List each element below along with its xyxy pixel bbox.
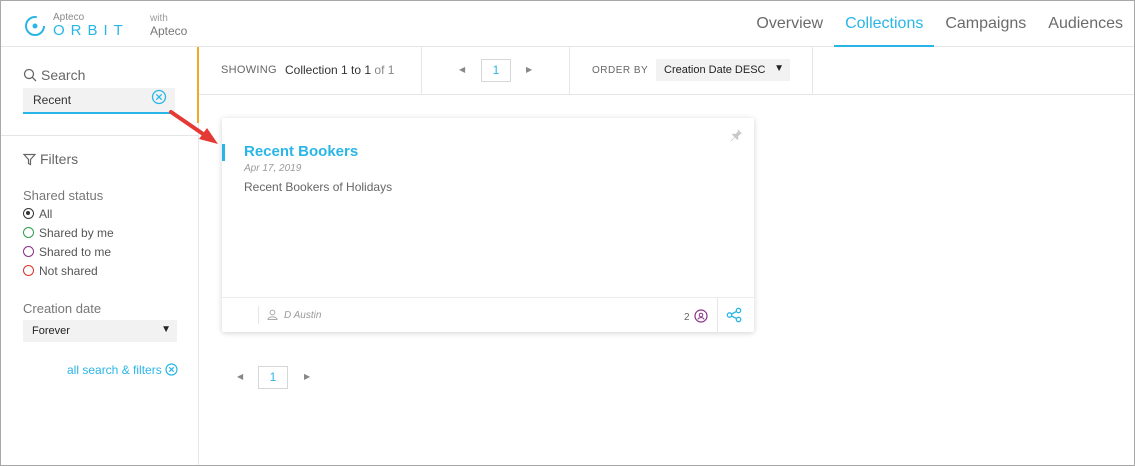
app-frame: Apteco ORBIT with Apteco Overview Collec… — [0, 0, 1135, 466]
radio-button[interactable] — [23, 208, 34, 219]
shared-users-icon — [694, 309, 708, 323]
toolbar-divider — [812, 47, 813, 95]
radio-button[interactable] — [23, 246, 34, 257]
card-accent-bar — [222, 144, 225, 161]
shared-users-count[interactable]: 2 — [684, 309, 708, 323]
shared-status-title: Shared status — [23, 188, 104, 203]
dropdown-caret-icon: ▼ — [161, 324, 171, 335]
search-icon — [23, 68, 37, 82]
nav-collections[interactable]: Collections — [834, 1, 935, 47]
collection-description: Recent Bookers of Holidays — [244, 180, 393, 194]
collection-title[interactable]: Recent Bookers — [244, 143, 358, 160]
shared-option-all[interactable]: All — [23, 207, 52, 223]
results-toolbar: SHOWING Collection 1 to 1 of 1 ◀ 1 ▶ ORD… — [199, 47, 1134, 95]
filters-label: Filters — [40, 151, 79, 167]
creation-date-value: Forever — [32, 325, 70, 337]
collection-card[interactable]: Recent Bookers Apr 17, 2019 Recent Booke… — [222, 118, 754, 333]
logo-product-text: ORBIT — [53, 22, 129, 39]
prev-page-icon[interactable]: ◀ — [459, 65, 465, 74]
filter-funnel-icon — [22, 153, 37, 166]
logo-with-line2: Apteco — [150, 24, 188, 38]
shared-option-shared-to-me[interactable]: Shared to me — [23, 245, 111, 261]
share-count-value: 2 — [684, 312, 690, 323]
toolbar-divider — [569, 47, 570, 95]
clear-all-label: all search & filters — [67, 363, 162, 377]
order-by-value: Creation Date DESC — [664, 64, 766, 76]
radio-button[interactable] — [23, 265, 34, 276]
nav-overview[interactable]: Overview — [745, 1, 834, 47]
footer-divider — [717, 298, 718, 333]
card-footer: D Austin 2 — [222, 297, 754, 333]
shared-option-label: Shared by me — [39, 226, 114, 240]
share-icon[interactable] — [726, 307, 742, 323]
clear-search-icon[interactable] — [151, 89, 167, 105]
order-by-label: ORDER BY — [592, 65, 649, 76]
clear-all-icon — [165, 363, 178, 376]
pin-icon[interactable] — [729, 128, 743, 142]
orbit-logo[interactable]: Apteco ORBIT with Apteco — [23, 11, 187, 41]
shared-option-shared-by-me[interactable]: Shared by me — [23, 226, 114, 242]
creation-date-select[interactable]: Forever ▼ — [23, 320, 177, 342]
main-nav: Overview Collections Campaigns Audiences — [745, 1, 1134, 47]
next-page-icon[interactable]: ▶ — [526, 65, 532, 74]
order-by-select[interactable]: Creation Date DESC ▼ — [656, 59, 790, 81]
showing-count: Collection 1 to 1 of 1 — [285, 63, 394, 77]
creation-date-title: Creation date — [23, 301, 102, 316]
logo-with-text: with Apteco — [150, 13, 187, 37]
collection-owner: D Austin — [267, 309, 321, 321]
owner-name: D Austin — [284, 310, 322, 321]
shared-option-label: Shared to me — [39, 245, 112, 259]
page-number-box[interactable]: 1 — [481, 59, 511, 82]
page-number-box[interactable]: 1 — [258, 366, 288, 389]
shared-option-label: All — [39, 207, 53, 221]
clear-all-filters-link[interactable]: all search & filters — [67, 363, 178, 377]
showing-range: Collection 1 to 1 — [285, 63, 372, 77]
search-heading: Search — [23, 67, 85, 83]
showing-total: of 1 — [374, 63, 395, 77]
search-label: Search — [41, 67, 86, 83]
radio-button[interactable] — [23, 227, 34, 238]
showing-label: SHOWING — [221, 64, 277, 76]
user-icon — [267, 309, 278, 320]
shared-option-not-shared[interactable]: Not shared — [23, 264, 98, 280]
shared-option-label: Not shared — [39, 264, 98, 278]
prev-page-icon[interactable]: ◀ — [237, 372, 243, 381]
filters-heading: Filters — [22, 151, 79, 167]
next-page-icon[interactable]: ▶ — [304, 372, 310, 381]
orbit-logo-icon — [25, 16, 45, 36]
dropdown-caret-icon: ▼ — [774, 63, 784, 74]
nav-campaigns[interactable]: Campaigns — [934, 1, 1037, 47]
nav-audiences[interactable]: Audiences — [1037, 1, 1134, 47]
annotation-arrow-icon — [169, 110, 218, 144]
collection-date: Apr 17, 2019 — [244, 163, 302, 174]
footer-divider — [258, 306, 259, 324]
top-header: Apteco ORBIT with Apteco Overview Collec… — [1, 1, 1134, 47]
toolbar-divider — [421, 47, 422, 95]
